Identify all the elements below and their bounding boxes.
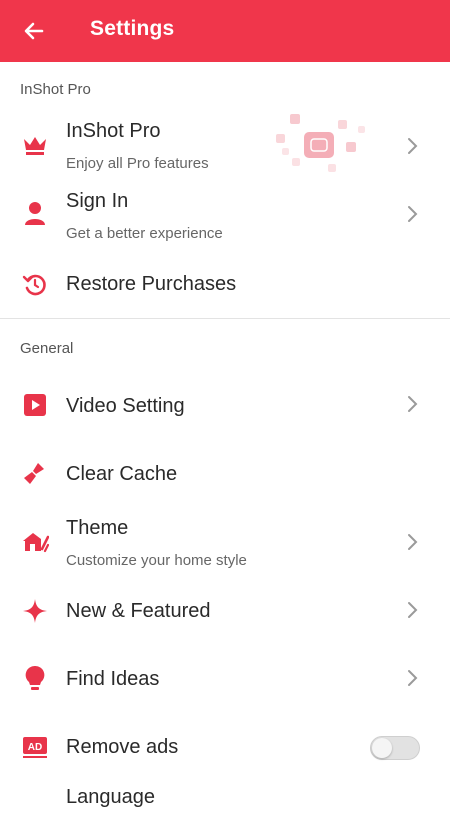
restore-icon <box>20 269 50 299</box>
inshot-pro-item[interactable]: InShot Pro Enjoy all Pro features <box>0 112 450 182</box>
video-setting-item[interactable]: Video Setting <box>0 376 450 434</box>
clear-cache-item[interactable]: Clear Cache <box>0 444 450 502</box>
back-button[interactable] <box>16 13 52 49</box>
app-bar: Settings <box>0 0 450 62</box>
sign-in-title: Sign In <box>66 190 129 212</box>
theme-title: Theme <box>66 517 129 539</box>
chevron-right-icon <box>408 602 418 618</box>
pro-decoration-icon <box>276 114 365 172</box>
find-ideas-item[interactable]: Find Ideas <box>0 650 450 708</box>
ad-badge-text: AD <box>28 742 42 753</box>
remove-ads-title: Remove ads <box>66 736 179 758</box>
sparkle-icon <box>20 596 50 626</box>
sign-in-item[interactable]: Sign In Get a better experience <box>0 182 450 248</box>
theme-icon <box>20 526 50 556</box>
clear-cache-title: Clear Cache <box>66 463 178 485</box>
theme-subtitle: Customize your home style <box>66 552 247 569</box>
language-title: Language <box>66 786 155 808</box>
lightbulb-icon <box>20 664 50 694</box>
sign-in-subtitle: Get a better experience <box>66 225 223 242</box>
restore-purchases-title: Restore Purchases <box>66 273 237 295</box>
new-featured-title: New & Featured <box>66 600 211 622</box>
chevron-right-icon <box>408 670 418 686</box>
section-header-pro: InShot Pro <box>20 81 91 98</box>
play-icon <box>20 390 50 420</box>
restore-purchases-item[interactable]: Restore Purchases <box>0 256 450 312</box>
chevron-right-icon <box>408 138 418 154</box>
theme-item[interactable]: Theme Customize your home style <box>0 508 450 578</box>
find-ideas-title: Find Ideas <box>66 668 160 690</box>
remove-ads-toggle[interactable] <box>370 736 420 760</box>
inshot-pro-title: InShot Pro <box>66 120 161 142</box>
page-title: Settings <box>90 17 175 40</box>
inshot-pro-subtitle: Enjoy all Pro features <box>66 155 209 172</box>
video-setting-title: Video Setting <box>66 395 185 417</box>
section-header-general: General <box>20 340 74 357</box>
crown-icon <box>20 130 50 160</box>
arrow-left-icon <box>24 22 44 40</box>
broom-icon <box>20 458 50 488</box>
chevron-right-icon <box>408 534 418 550</box>
person-icon <box>20 198 50 228</box>
section-divider <box>0 318 450 319</box>
new-featured-item[interactable]: New & Featured <box>0 582 450 640</box>
chevron-right-icon <box>408 206 418 222</box>
language-item[interactable]: Language <box>0 786 450 816</box>
toggle-knob <box>372 738 392 758</box>
chevron-right-icon <box>408 396 418 412</box>
ad-badge-icon: AD <box>20 732 50 762</box>
